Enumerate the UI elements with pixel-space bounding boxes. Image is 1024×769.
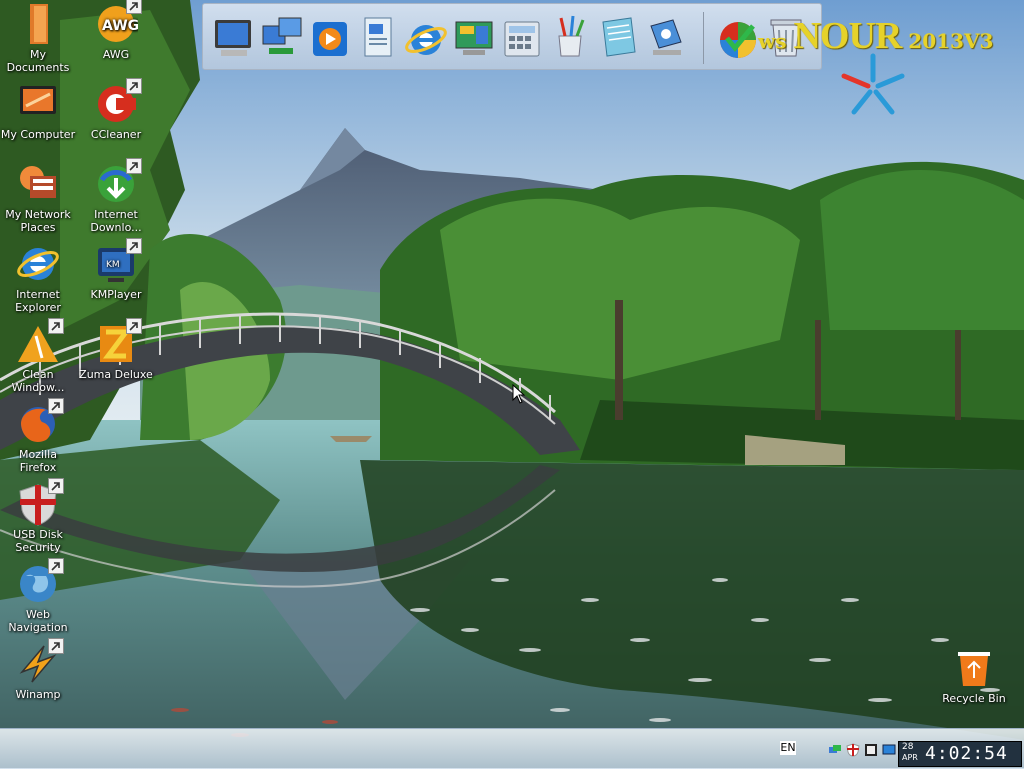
shortcut-arrow-icon (126, 238, 142, 254)
idm-icon (94, 158, 142, 206)
desktop-icon-awg[interactable]: AWG AWG (78, 0, 154, 61)
dock-paint[interactable] (547, 12, 593, 64)
ccleaner-icon (94, 78, 142, 126)
notepad-icon (602, 17, 636, 57)
brand-main: NOUR (793, 15, 902, 57)
dock-notepad[interactable] (595, 12, 641, 64)
dock-internet-explorer[interactable] (403, 12, 449, 64)
clock-day: 28 (902, 742, 914, 752)
top-dock (202, 3, 822, 70)
shortcut-arrow-icon (126, 0, 142, 14)
shield-icon (16, 478, 64, 526)
icon-label: My Computer (0, 128, 76, 141)
system-icon (650, 19, 682, 55)
display-tray-icon[interactable] (882, 743, 896, 757)
icon-label: Internet Explorer (15, 288, 61, 314)
desktop-icon-winamp[interactable]: Winamp (0, 638, 76, 701)
computer-icon (16, 82, 60, 126)
media-player-icon (313, 22, 347, 56)
taskbar-clock[interactable]: 28 APR 4:02:54 (898, 741, 1022, 767)
icon-label: AWG (102, 48, 130, 61)
icon-label: My Documents (6, 48, 70, 74)
desktop-icon-kmplayer[interactable]: KM KMPlayer (78, 238, 154, 301)
dock-media-player[interactable] (307, 12, 353, 64)
desktop-icon-recycle-bin[interactable]: Recycle Bin (936, 646, 1012, 705)
kmplayer-icon: KM (94, 238, 142, 286)
calculator-icon (504, 21, 540, 57)
monitor-icon (215, 20, 251, 56)
mouse-cursor-icon (512, 384, 526, 404)
network-computers-icon (262, 17, 302, 54)
icon-label: Recycle Bin (942, 692, 1006, 705)
documents-icon (364, 17, 392, 57)
svg-text:AWG: AWG (102, 18, 138, 34)
cleaner-icon (16, 318, 64, 366)
clock-time: 4:02:54 (925, 743, 1008, 764)
shortcut-arrow-icon (48, 478, 64, 494)
dock-windows[interactable] (715, 12, 761, 64)
shortcut-arrow-icon (48, 318, 64, 334)
icon-label: Internet Downlo... (90, 208, 142, 234)
network-icon (16, 162, 60, 206)
brand-star-icon (841, 53, 905, 115)
desktop-icon-ccleaner[interactable]: CCleaner (78, 78, 154, 141)
icon-label: Clean Window... (11, 368, 65, 394)
shortcut-arrow-icon (126, 318, 142, 334)
svg-text:KM: KM (106, 260, 120, 270)
icon-label: USB Disk Security (13, 528, 63, 554)
shortcut-arrow-icon (48, 558, 64, 574)
ie-icon (405, 25, 447, 55)
desktop-icon-web-navigation[interactable]: Web Navigation (0, 558, 76, 634)
desktop-icon-mozilla-firefox[interactable]: Mozilla Firefox (0, 398, 76, 474)
language-indicator[interactable]: EN (780, 741, 796, 755)
desktop-icon-clean-windows[interactable]: Clean Window... (0, 318, 76, 394)
shield-tray-icon[interactable] (846, 743, 860, 757)
folder-icon (16, 2, 60, 46)
winamp-icon (16, 638, 64, 686)
desktop-icon-internet-explorer[interactable]: Internet Explorer (0, 242, 76, 314)
network-tray-icon[interactable] (828, 743, 842, 757)
icon-label: Web Navigation (8, 608, 68, 634)
dock-calculator[interactable] (499, 12, 545, 64)
firefox-icon (16, 398, 64, 446)
icon-label: Mozilla Firefox (19, 448, 57, 474)
clock-month: APR (902, 753, 918, 762)
icon-label: CCleaner (90, 128, 142, 141)
dock-network[interactable] (259, 12, 305, 64)
paint-icon (558, 15, 585, 57)
brand-suffix: 2013V3 (901, 29, 994, 53)
dock-system[interactable] (643, 12, 689, 64)
dock-documents[interactable] (355, 12, 401, 64)
shortcut-arrow-icon (48, 638, 64, 654)
shortcut-arrow-icon (48, 398, 64, 414)
desktop-icon-my-network-places[interactable]: My Network Places (0, 162, 76, 234)
shortcut-arrow-icon (126, 158, 142, 174)
taskbar: EN 28 APR 4:02:54 (0, 728, 1024, 769)
control-panel-icon (455, 21, 493, 55)
zuma-icon (94, 318, 142, 366)
ie-icon (16, 242, 60, 286)
desktop-icon-usb-disk-security[interactable]: USB Disk Security (0, 478, 76, 554)
icon-label: Zuma Deluxe (79, 368, 153, 381)
globe-icon (16, 558, 64, 606)
awg-icon: AWG (94, 0, 142, 46)
desktop-icon-my-computer[interactable]: My Computer (0, 82, 76, 141)
brand-prefix: ws (758, 29, 794, 53)
shortcut-arrow-icon (126, 78, 142, 94)
icon-label: Winamp (15, 688, 61, 701)
desktop-icon-zuma-deluxe[interactable]: Zuma Deluxe (78, 318, 154, 381)
windows-logo-icon (720, 22, 756, 58)
app-tray-icon[interactable] (864, 743, 878, 757)
desktop-icon-internet-download-manager[interactable]: Internet Downlo... (78, 158, 154, 234)
dock-separator (703, 12, 704, 64)
icon-label: KMPlayer (90, 288, 142, 301)
dock-my-computer[interactable] (211, 12, 257, 64)
icon-label: My Network Places (5, 208, 71, 234)
recycle-bin-icon (952, 646, 996, 690)
dock-control-panel[interactable] (451, 12, 497, 64)
desktop-icon-my-documents[interactable]: My Documents (0, 2, 76, 74)
